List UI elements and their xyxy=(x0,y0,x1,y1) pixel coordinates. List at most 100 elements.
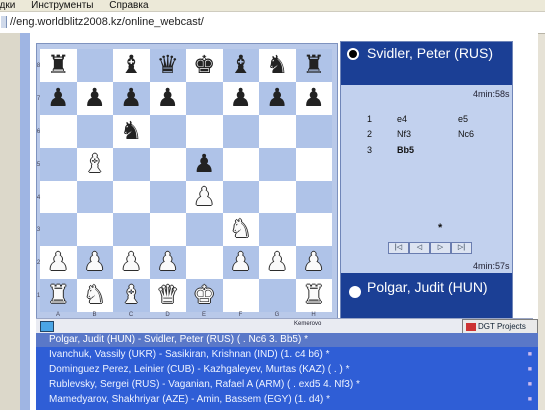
black-pawn-icon[interactable]: ♟ xyxy=(259,82,296,115)
board-square-c4[interactable] xyxy=(113,180,150,214)
board-square-b3[interactable] xyxy=(76,213,113,247)
address-url[interactable]: //eng.worldblitz2008.kz/online_webcast/ xyxy=(10,12,204,32)
board-square-e6[interactable] xyxy=(186,114,223,148)
black-knight-icon[interactable]: ♞ xyxy=(113,115,150,148)
white-pawn-icon[interactable]: ♟ xyxy=(186,181,223,214)
rank-label: 8 xyxy=(36,63,41,69)
move-white[interactable]: Nf3 xyxy=(397,129,411,139)
board-square-d4[interactable] xyxy=(149,180,186,214)
dgt-projects-button[interactable]: DGT Projects xyxy=(462,319,538,334)
black-pawn-icon[interactable]: ♟ xyxy=(186,148,223,181)
rank-label: 4 xyxy=(36,194,41,201)
board-square-e7[interactable] xyxy=(186,81,223,115)
board-square-h5[interactable] xyxy=(295,147,332,181)
black-pawn-icon[interactable]: ♟ xyxy=(113,82,150,115)
board-square-b8[interactable] xyxy=(76,49,113,82)
white-rook-icon[interactable]: ♜ xyxy=(296,279,333,312)
move-marker: * xyxy=(438,222,443,234)
black-bishop-icon[interactable]: ♝ xyxy=(223,49,260,82)
black-bishop-icon[interactable]: ♝ xyxy=(113,49,150,82)
move-white-current[interactable]: Bb5 xyxy=(397,145,414,155)
nav-last-button[interactable]: ▷| xyxy=(451,242,472,254)
black-knight-icon[interactable]: ♞ xyxy=(259,49,296,82)
rank-label: 6 xyxy=(36,128,41,135)
black-to-move-indicator xyxy=(347,48,359,60)
black-rook-icon[interactable]: ♜ xyxy=(40,49,77,82)
rank-label: 7 xyxy=(36,95,41,102)
address-bar[interactable]: //eng.worldblitz2008.kz/online_webcast/ xyxy=(0,11,545,34)
board-square-e2[interactable] xyxy=(186,246,223,280)
white-king-icon[interactable]: ♚ xyxy=(186,279,223,312)
board-square-b4[interactable] xyxy=(76,180,113,214)
black-pawn-icon[interactable]: ♟ xyxy=(77,82,114,115)
game-row[interactable]: Ivanchuk, Vassily (UKR) - Sasikiran, Kri… xyxy=(36,348,538,362)
board-square-d3[interactable] xyxy=(149,213,186,247)
black-clock: 4min:58s xyxy=(473,89,510,99)
board-square-g6[interactable] xyxy=(259,114,296,148)
game-row[interactable]: Rublevsky, Sergei (RUS) - Vaganian, Rafa… xyxy=(36,378,538,392)
menu-item-view[interactable]: адки xyxy=(0,0,15,11)
white-rook-icon[interactable]: ♜ xyxy=(40,279,77,312)
black-queen-icon[interactable]: ♛ xyxy=(150,49,187,82)
white-pawn-icon[interactable]: ♟ xyxy=(113,246,150,279)
white-bishop-icon[interactable]: ♝ xyxy=(77,148,114,181)
white-pawn-icon[interactable]: ♟ xyxy=(77,246,114,279)
board-square-g5[interactable] xyxy=(259,147,296,181)
menu-item-help[interactable]: Справка xyxy=(109,0,148,11)
chess-board[interactable]: ♜ ♝ ♛ ♚ ♝ ♞ ♜ ♟ ♟ ♟ ♟ ♟ ♟ ♟ ♞ ♝ ♟ ♟ ♞ ♟ ♟ ♟ ♟ ♟ ♟ ♟ ♜ ♞ ♝ ♛ ♚ ♜ xyxy=(40,49,332,312)
black-player-header: Svidler, Peter (RUS) xyxy=(341,42,512,85)
white-bishop-icon[interactable]: ♝ xyxy=(113,279,150,312)
board-square-f5[interactable] xyxy=(222,147,259,181)
move-black[interactable]: e5 xyxy=(458,114,468,124)
white-pawn-icon[interactable]: ♟ xyxy=(296,246,333,279)
white-pawn-icon[interactable]: ♟ xyxy=(40,246,77,279)
board-square-b6[interactable] xyxy=(76,114,113,148)
row-arrow-icon: ■ xyxy=(527,351,532,358)
black-pawn-icon[interactable]: ♟ xyxy=(150,82,187,115)
dgt-label: DGT Projects xyxy=(478,322,526,331)
menu-item-tools[interactable]: Инструменты xyxy=(31,0,93,11)
white-knight-icon[interactable]: ♞ xyxy=(223,213,260,246)
nav-next-button[interactable]: ▷ xyxy=(430,242,451,254)
move-white[interactable]: e4 xyxy=(397,114,407,124)
white-knight-icon[interactable]: ♞ xyxy=(77,279,114,312)
board-square-h4[interactable] xyxy=(295,180,332,214)
white-pawn-icon[interactable]: ♟ xyxy=(223,246,260,279)
board-square-g1[interactable] xyxy=(259,279,296,312)
game-row-selected[interactable]: Polgar, Judit (HUN) - Svidler, Peter (RU… xyxy=(36,333,538,347)
rank-label: 1 xyxy=(36,293,41,300)
black-pawn-icon[interactable]: ♟ xyxy=(40,82,77,115)
board-square-a5[interactable] xyxy=(40,147,77,181)
white-pawn-icon[interactable]: ♟ xyxy=(259,246,296,279)
board-square-h6[interactable] xyxy=(295,114,332,148)
game-row[interactable]: Dominguez Perez, Leinier (CUB) - Kazhgal… xyxy=(36,363,538,377)
black-king-icon[interactable]: ♚ xyxy=(186,49,223,82)
black-player-name: Svidler, Peter (RUS) xyxy=(367,45,494,61)
board-square-h3[interactable] xyxy=(295,213,332,247)
board-square-g3[interactable] xyxy=(259,213,296,247)
board-square-c3[interactable] xyxy=(113,213,150,247)
nav-first-button[interactable]: |◁ xyxy=(388,242,409,254)
board-square-c5[interactable] xyxy=(113,147,150,181)
board-square-f1[interactable] xyxy=(222,279,259,312)
status-bar: Kemerovo xyxy=(36,318,533,333)
board-square-a4[interactable] xyxy=(40,180,77,214)
board-square-e3[interactable] xyxy=(186,213,223,247)
board-square-a3[interactable] xyxy=(40,213,77,247)
move-list[interactable]: 1 e4 e5 2 Nf3 Nc6 3 Bb5 * xyxy=(341,105,512,240)
board-square-f4[interactable] xyxy=(222,180,259,214)
board-square-d5[interactable] xyxy=(149,147,186,181)
black-rook-icon[interactable]: ♜ xyxy=(296,49,333,82)
board-square-d6[interactable] xyxy=(149,114,186,148)
white-queen-icon[interactable]: ♛ xyxy=(150,279,187,312)
board-square-f6[interactable] xyxy=(222,114,259,148)
game-row[interactable]: Mamedyarov, Shakhriyar (AZE) - Amin, Bas… xyxy=(36,393,538,407)
black-pawn-icon[interactable]: ♟ xyxy=(296,82,333,115)
nav-prev-button[interactable]: ◁ xyxy=(409,242,430,254)
black-pawn-icon[interactable]: ♟ xyxy=(223,82,260,115)
board-square-g4[interactable] xyxy=(259,180,296,214)
white-pawn-icon[interactable]: ♟ xyxy=(150,246,187,279)
board-square-a6[interactable] xyxy=(40,114,77,148)
game-row-text: Polgar, Judit (HUN) - Svidler, Peter (RU… xyxy=(49,334,308,345)
move-black[interactable]: Nc6 xyxy=(458,129,474,139)
